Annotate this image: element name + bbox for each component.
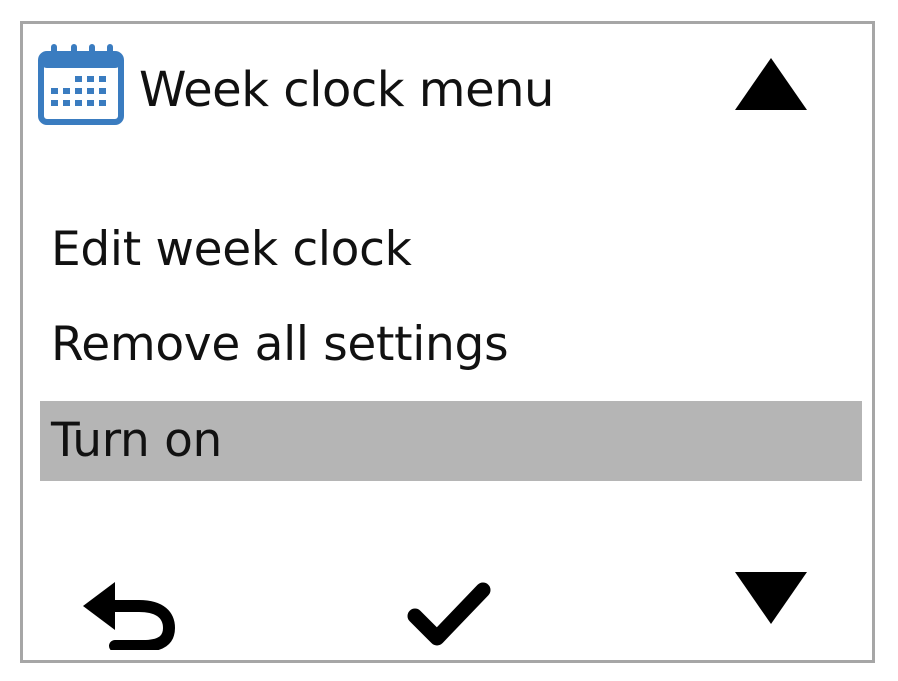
- confirm-button[interactable]: [407, 582, 491, 648]
- page-title: Week clock menu: [139, 62, 554, 118]
- menu-item-turn-on[interactable]: Turn on: [40, 401, 862, 481]
- device-screen: Week clock menu Edit week clock Remove a…: [20, 21, 875, 663]
- triangle-up-icon: [735, 58, 807, 110]
- scroll-up-button[interactable]: [735, 58, 807, 110]
- triangle-down-icon: [735, 572, 807, 624]
- back-button[interactable]: [81, 576, 179, 650]
- menu-item-label: Edit week clock: [51, 222, 412, 277]
- calendar-icon: [37, 42, 125, 126]
- menu-item-edit-week-clock[interactable]: Edit week clock: [40, 210, 862, 290]
- menu-item-label: Remove all settings: [51, 317, 509, 372]
- menu-item-remove-all-settings[interactable]: Remove all settings: [40, 305, 862, 385]
- menu-item-label: Turn on: [51, 413, 223, 468]
- scroll-down-button[interactable]: [735, 572, 807, 624]
- checkmark-icon: [407, 582, 491, 646]
- back-arrow-icon: [83, 582, 175, 650]
